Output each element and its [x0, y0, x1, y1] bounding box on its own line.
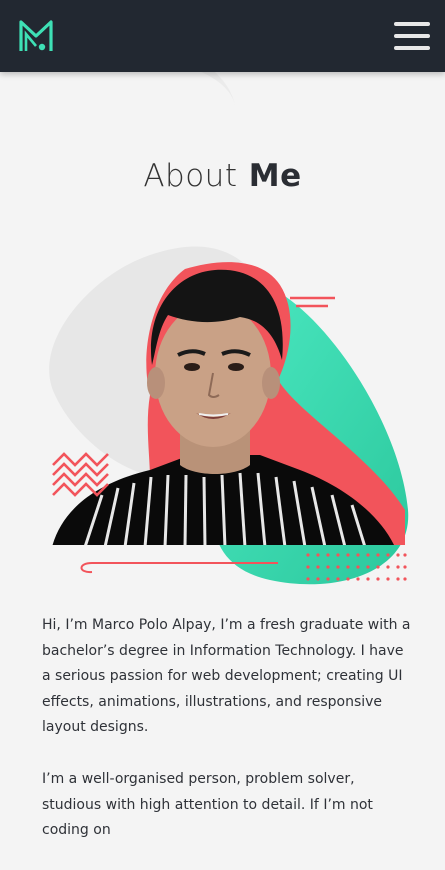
menu-bar-line — [394, 34, 430, 38]
menu-bar-line — [394, 22, 430, 26]
title-bold: Me — [248, 158, 302, 194]
top-navbar — [0, 0, 445, 72]
hamburger-menu-icon[interactable] — [389, 16, 435, 56]
portrait-illustration — [49, 246, 409, 585]
title-light: About — [143, 158, 238, 194]
page-title: About Me — [0, 158, 445, 194]
about-bio: Hi, I’m Marco Polo Alpay, I’m a fresh gr… — [42, 613, 412, 870]
coral-zigzag-shape — [52, 452, 109, 497]
m-monogram-logo-icon[interactable] — [18, 18, 54, 54]
menu-bar-line — [394, 46, 430, 50]
bio-paragraph: Hi, I’m Marco Polo Alpay, I’m a fresh gr… — [42, 617, 411, 736]
bio-paragraph: I’m a well-organised person, problem sol… — [42, 770, 373, 839]
